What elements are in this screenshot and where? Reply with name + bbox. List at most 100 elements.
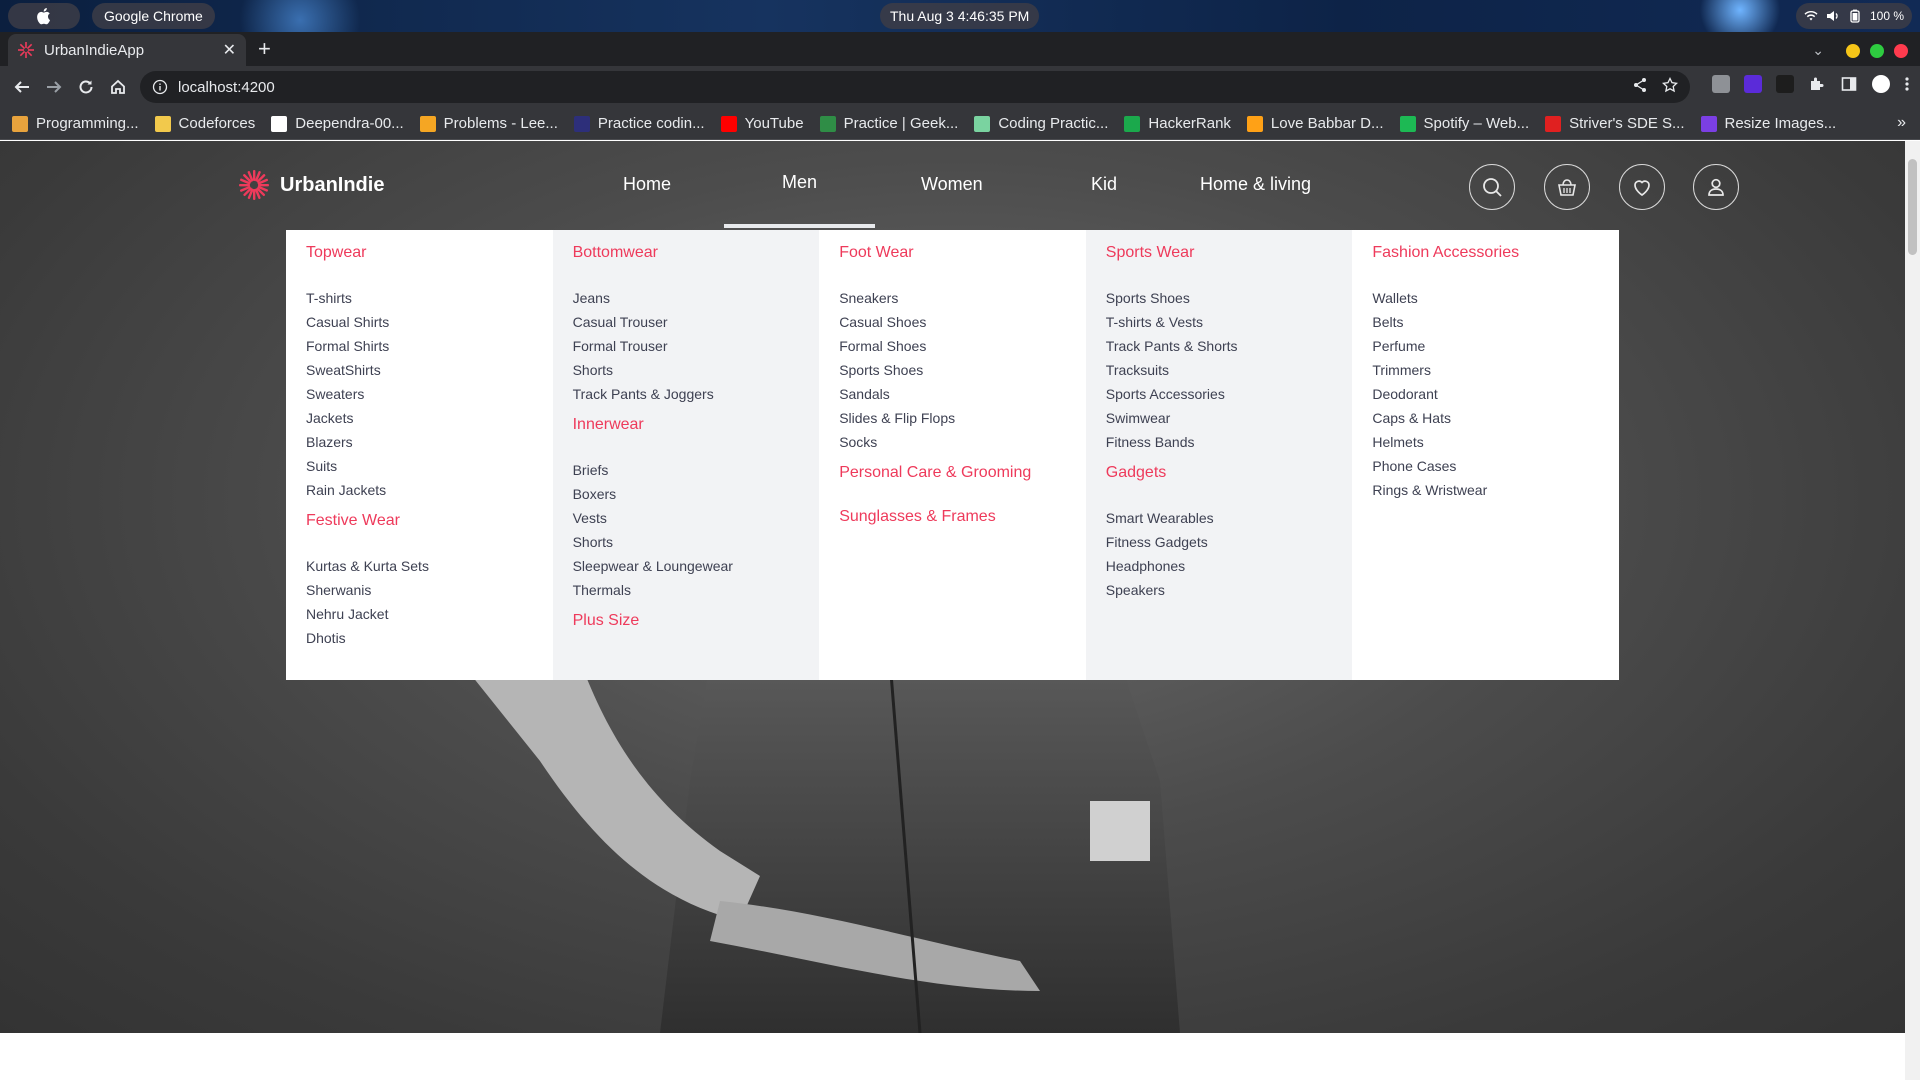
nav-kid[interactable]: Kid [1091,174,1117,195]
bookmark-item[interactable]: Striver's SDE S... [1545,115,1685,132]
menu-category-title[interactable]: Festive Wear [306,510,533,532]
bookmark-item[interactable]: HackerRank [1124,115,1231,132]
url-text[interactable]: localhost:4200 [178,79,1618,96]
menu-subcategory-link[interactable]: Sports Accessories [1106,382,1333,406]
menu-subcategory-link[interactable]: Nehru Jacket [306,602,533,626]
nav-women[interactable]: Women [921,174,983,195]
menu-category-title[interactable]: Innerwear [573,414,800,436]
menu-subcategory-link[interactable]: Vests [573,506,800,530]
address-bar[interactable]: localhost:4200 [140,71,1690,103]
apple-menu-button[interactable] [8,3,80,29]
menu-subcategory-link[interactable]: Track Pants & Joggers [573,382,800,406]
menu-subcategory-link[interactable]: Jackets [306,406,533,430]
close-tab-icon[interactable]: ✕ [223,40,236,60]
menu-subcategory-link[interactable]: Shorts [573,530,800,554]
menu-subcategory-link[interactable]: Headphones [1106,554,1333,578]
menu-subcategory-link[interactable]: Briefs [573,458,800,482]
menu-subcategory-link[interactable]: Smart Wearables [1106,506,1333,530]
extension-icon[interactable] [1712,75,1730,93]
menu-category-title[interactable]: Sports Wear [1106,242,1333,264]
menu-category-title[interactable]: Bottomwear [573,242,800,264]
bookmark-item[interactable]: Deependra-00... [271,115,404,132]
menu-subcategory-link[interactable]: Casual Shirts [306,310,533,334]
close-window-button[interactable] [1894,43,1908,58]
menu-subcategory-link[interactable]: Belts [1372,310,1599,334]
menu-subcategory-link[interactable]: Thermals [573,578,800,602]
menu-subcategory-link[interactable]: Casual Trouser [573,310,800,334]
menu-subcategory-link[interactable]: Caps & Hats [1372,406,1599,430]
bookmark-star-icon[interactable] [1661,76,1679,97]
menu-subcategory-link[interactable]: Sports Shoes [839,358,1066,382]
menu-subcategory-link[interactable]: SweatShirts [306,358,533,382]
bookmark-item[interactable]: Love Babbar D... [1246,115,1384,132]
menu-subcategory-link[interactable]: Tracksuits [1106,358,1333,382]
menu-subcategory-link[interactable]: T-shirts & Vests [1106,310,1333,334]
info-icon[interactable] [152,79,168,95]
page-scrollbar[interactable] [1905,141,1920,1080]
bookmark-item[interactable]: Programming... [12,115,139,132]
bookmark-item[interactable]: Resize Images... [1700,115,1836,132]
basket-button[interactable] [1544,164,1590,210]
menu-subcategory-link[interactable]: Trimmers [1372,358,1599,382]
profile-button[interactable] [1693,164,1739,210]
menu-subcategory-link[interactable]: Slides & Flip Flops [839,406,1066,430]
clock[interactable]: Thu Aug 3 4:46:35 PM [880,3,1040,29]
menu-subcategory-link[interactable]: Swimwear [1106,406,1333,430]
bookmark-item[interactable]: Coding Practic... [974,115,1108,132]
more-bookmarks-button[interactable]: » [1897,114,1906,132]
nav-home[interactable]: Home [623,174,671,195]
menu-subcategory-link[interactable]: Sandals [839,382,1066,406]
menu-subcategory-link[interactable]: Helmets [1372,430,1599,454]
system-tray[interactable]: 100 % [1795,3,1912,29]
menu-subcategory-link[interactable]: Sports Shoes [1106,286,1333,310]
menu-category-title[interactable]: Gadgets [1106,462,1333,484]
menu-subcategory-link[interactable]: T-shirts [306,286,533,310]
new-tab-button[interactable]: + [258,36,271,62]
menu-category-title[interactable]: Foot Wear [839,242,1066,264]
menu-subcategory-link[interactable]: Formal Trouser [573,334,800,358]
forward-button[interactable] [42,75,66,99]
menu-category-title[interactable]: Personal Care & Grooming [839,462,1066,484]
menu-subcategory-link[interactable]: Sneakers [839,286,1066,310]
menu-subcategory-link[interactable]: Perfume [1372,334,1599,358]
menu-category-title[interactable]: Fashion Accessories [1372,242,1599,264]
menu-subcategory-link[interactable]: Rain Jackets [306,478,533,502]
menu-category-title[interactable]: Sunglasses & Frames [839,506,1066,528]
share-icon[interactable] [1632,77,1648,97]
menu-subcategory-link[interactable]: Rings & Wristwear [1372,478,1599,502]
brand-logo[interactable]: UrbanIndie [238,169,384,201]
menu-subcategory-link[interactable]: Wallets [1372,286,1599,310]
menu-subcategory-link[interactable]: Track Pants & Shorts [1106,334,1333,358]
menu-subcategory-link[interactable]: Formal Shoes [839,334,1066,358]
bookmark-item[interactable]: Spotify – Web... [1399,115,1529,132]
menu-subcategory-link[interactable]: Shorts [573,358,800,382]
active-app-name[interactable]: Google Chrome [92,3,215,29]
menu-category-title[interactable]: Topwear [306,242,533,264]
menu-subcategory-link[interactable]: Fitness Gadgets [1106,530,1333,554]
menu-subcategory-link[interactable]: Suits [306,454,533,478]
menu-subcategory-link[interactable]: Kurtas & Kurta Sets [306,554,533,578]
browser-tab-active[interactable]: UrbanIndieApp ✕ [8,34,246,66]
minimize-button[interactable] [1846,43,1860,58]
wishlist-button[interactable] [1619,164,1665,210]
extension-icon[interactable] [1776,75,1794,93]
menu-subcategory-link[interactable]: Jeans [573,286,800,310]
download-extension-icon[interactable] [1744,75,1762,93]
menu-subcategory-link[interactable]: Boxers [573,482,800,506]
bookmark-item[interactable]: Practice | Geek... [819,115,958,132]
menu-subcategory-link[interactable]: Fitness Bands [1106,430,1333,454]
menu-subcategory-link[interactable]: Formal Shirts [306,334,533,358]
home-button[interactable] [106,75,130,99]
menu-subcategory-link[interactable]: Speakers [1106,578,1333,602]
tab-search-chevron-down-icon[interactable]: ⌄ [1812,42,1824,59]
menu-subcategory-link[interactable]: Sherwanis [306,578,533,602]
profile-avatar[interactable] [1872,75,1890,93]
menu-subcategory-link[interactable]: Socks [839,430,1066,454]
maximize-button[interactable] [1870,43,1884,58]
menu-subcategory-link[interactable]: Casual Shoes [839,310,1066,334]
menu-subcategory-link[interactable]: Blazers [306,430,533,454]
menu-subcategory-link[interactable]: Sweaters [306,382,533,406]
menu-category-title[interactable]: Plus Size [573,610,800,632]
scrollbar-thumb[interactable] [1908,159,1917,255]
more-vert-icon[interactable] [1904,75,1910,93]
